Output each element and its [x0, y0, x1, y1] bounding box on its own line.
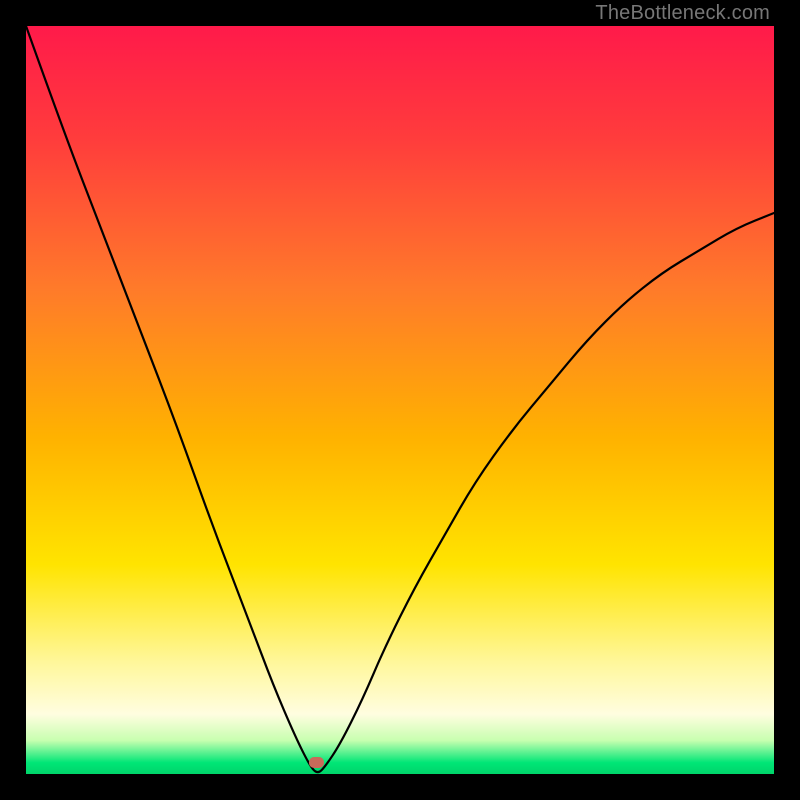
chart-frame	[26, 26, 774, 774]
gradient-background	[26, 26, 774, 774]
chart-canvas	[26, 26, 774, 774]
optimum-marker	[309, 757, 324, 768]
watermark-text: TheBottleneck.com	[595, 2, 770, 25]
